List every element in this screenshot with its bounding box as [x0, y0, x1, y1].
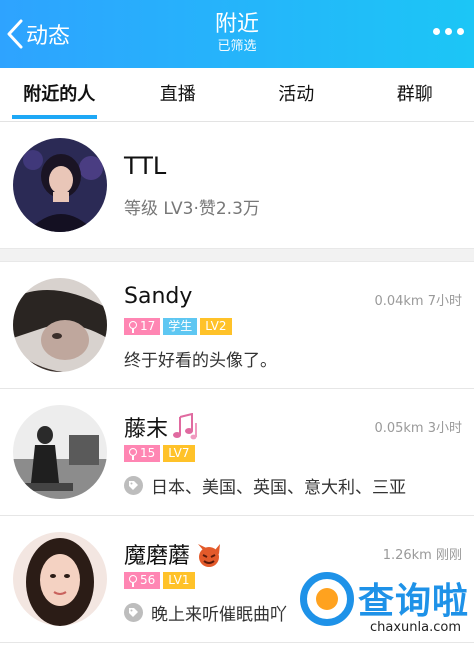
female-icon: [129, 320, 137, 333]
badge-group: 15 LV7: [124, 445, 195, 462]
tab-bar: 附近的人 直播 活动 群聊: [0, 68, 474, 122]
my-profile-card[interactable]: TTL 等级 LV3·赞2.3万: [0, 122, 474, 248]
person-name-text: Sandy: [124, 284, 193, 309]
page-title: 附近: [214, 12, 259, 37]
level-badge: LV7: [163, 445, 195, 462]
distance-text: 0.04km: [374, 294, 424, 309]
avatar[interactable]: [13, 278, 107, 372]
title-block: 附近 已筛选: [0, 12, 474, 56]
list-item[interactable]: 藤末 0.05km 3小时 15 LV7 日本、美国、英国、意大利、三亚: [0, 389, 474, 516]
tab-activities[interactable]: 活动: [237, 68, 356, 121]
last-active-text: 7小时: [427, 294, 462, 309]
person-name: Sandy: [124, 284, 192, 309]
more-dot-icon: [433, 28, 440, 35]
age-badge: 17: [124, 318, 161, 335]
my-level-info: 等级 LV3·赞2.3万: [124, 199, 260, 219]
signature-text: 晚上来听催眠曲吖: [151, 605, 287, 625]
distance-time: 1.26km 刚刚: [383, 544, 462, 563]
top-nav-bar: 动态 附近 已筛选: [0, 0, 474, 68]
watermark-url: chaxunla.com: [370, 620, 461, 635]
avatar[interactable]: [13, 138, 107, 232]
person-name-text: 藤末: [124, 417, 169, 442]
section-divider: [0, 248, 474, 262]
person-name-text: 魔磨蘑: [124, 544, 191, 569]
person-signature: 晚上来听催眠曲吖: [124, 600, 287, 625]
tag-icon: [124, 476, 143, 495]
distance-time: 0.05km 3小时: [374, 417, 462, 436]
age-text: 56: [140, 573, 156, 587]
badge-group: 17 学生 LV2: [124, 318, 232, 335]
avatar[interactable]: [13, 405, 107, 499]
person-signature: 终于好看的头像了。: [124, 346, 277, 371]
watermark-text: 查询啦: [358, 581, 470, 622]
avatar[interactable]: [13, 532, 107, 626]
more-dot-icon: [457, 28, 464, 35]
signature-text: 终于好看的头像了。: [124, 351, 277, 371]
distance-text: 1.26km: [382, 548, 432, 563]
badge-group: 56 LV1: [124, 572, 195, 589]
magnifier-icon: [300, 572, 354, 626]
list-item[interactable]: Sandy 0.04km 7小时 17 学生 LV2 终于好看的头像了。: [0, 262, 474, 389]
tag-icon: [124, 603, 143, 622]
person-name: 藤末: [124, 411, 202, 443]
last-active-text: 刚刚: [435, 548, 462, 563]
person-signature: 日本、美国、英国、意大利、三亚: [124, 473, 406, 498]
tab-live[interactable]: 直播: [119, 68, 238, 121]
student-badge: 学生: [163, 318, 198, 335]
tab-group-chat[interactable]: 群聊: [356, 68, 474, 121]
last-active-text: 3小时: [427, 421, 462, 436]
signature-text: 日本、美国、英国、意大利、三亚: [151, 478, 406, 498]
level-badge: LV1: [163, 572, 195, 589]
tab-nearby-people[interactable]: 附近的人: [0, 68, 119, 121]
person-name: 魔磨蘑: [124, 538, 224, 570]
female-icon: [129, 574, 137, 587]
music-notes-icon: [173, 413, 198, 440]
distance-time: 0.04km 7小时: [374, 290, 462, 309]
my-name: TTL: [124, 152, 167, 180]
more-options-button[interactable]: [433, 28, 464, 35]
age-badge: 56: [124, 572, 161, 589]
devil-icon: [198, 544, 221, 567]
more-dot-icon: [445, 28, 452, 35]
age-text: 17: [140, 319, 156, 333]
filter-status: 已筛选: [217, 39, 257, 54]
watermark-logo: 查询啦 chaxunla.com: [300, 570, 472, 650]
distance-text: 0.05km: [374, 421, 424, 436]
female-icon: [129, 447, 137, 460]
age-badge: 15: [124, 445, 161, 462]
level-badge: LV2: [200, 318, 232, 335]
age-text: 15: [140, 446, 156, 460]
